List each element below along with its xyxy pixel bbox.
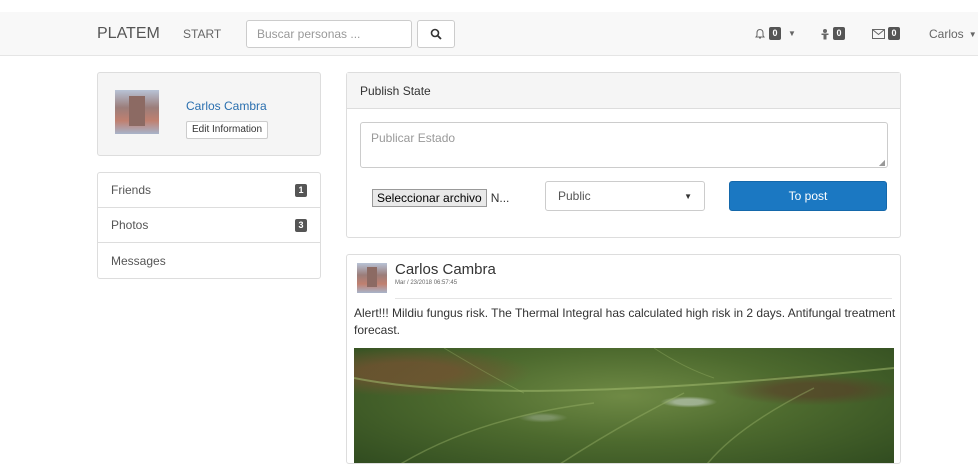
post-card: Carlos Cambra Mar / 23/2018 06:57:45 Ale… (346, 254, 901, 464)
sidebar-item-messages[interactable]: Messages (98, 243, 320, 278)
photos-count-badge: 3 (295, 218, 307, 232)
post-text: Alert!!! Mildiu fungus risk. The Thermal… (354, 306, 896, 337)
search-button[interactable] (417, 20, 455, 48)
sidebar-item-label: Messages (111, 253, 166, 268)
messages-badge: 0 (888, 27, 900, 40)
search-input[interactable] (246, 20, 412, 48)
resize-handle-icon[interactable]: ◢ (879, 158, 885, 167)
status-textarea[interactable] (360, 122, 888, 168)
post-photo[interactable] (354, 348, 894, 463)
post-timestamp: Mar / 23/2018 06:57:45 (395, 280, 458, 286)
messages-menu[interactable]: 0 (872, 27, 900, 40)
publish-panel-title: Publish State (347, 73, 900, 109)
user-menu-chevron-icon: ▼ (968, 29, 977, 39)
user-menu[interactable]: Carlos ▼ (929, 27, 977, 41)
top-navbar: PLATEM START 0 ▼ 0 0 Carlos ▼ (0, 12, 978, 56)
privacy-select[interactable]: Public ▼ (545, 181, 705, 211)
sidebar-item-photos[interactable]: Photos 3 (98, 208, 320, 243)
chevron-down-icon: ▼ (788, 29, 796, 38)
friend-requests-menu[interactable]: 0 (820, 27, 845, 40)
post-author-name[interactable]: Carlos Cambra (395, 261, 496, 278)
profile-name-link[interactable]: Carlos Cambra (186, 99, 267, 113)
edit-information-button[interactable]: Edit Information (186, 121, 269, 139)
search-icon (430, 28, 442, 40)
nav-start-link[interactable]: START (183, 27, 221, 41)
envelope-icon (872, 28, 885, 39)
leaf-veins-illustration (354, 348, 894, 463)
sidebar-menu: Friends 1 Photos 3 Messages (97, 172, 321, 279)
select-arrow-icon: ▼ (684, 191, 692, 201)
requests-badge: 0 (833, 27, 845, 40)
notifications-menu[interactable]: 0 ▼ (754, 27, 796, 40)
bell-icon (755, 28, 765, 38)
person-icon (821, 28, 829, 39)
sidebar-item-label: Photos (111, 218, 149, 232)
choose-file-button[interactable]: Seleccionar archivo (372, 189, 487, 207)
privacy-select-value: Public (558, 189, 591, 203)
post-button[interactable]: To post (729, 181, 887, 211)
friends-count-badge: 1 (295, 183, 307, 197)
publish-panel: Publish State ◢ Seleccionar archivo N...… (346, 72, 901, 238)
file-picker: Seleccionar archivo N... (372, 189, 509, 207)
notifications-badge: 0 (769, 27, 781, 40)
sidebar-item-label: Friends (111, 183, 152, 197)
sidebar-item-friends[interactable]: Friends 1 (98, 173, 320, 208)
user-menu-label: Carlos (929, 27, 964, 41)
post-author-avatar[interactable] (357, 263, 387, 293)
file-name-label: N... (490, 191, 510, 205)
divider (395, 298, 892, 299)
profile-card: Carlos Cambra Edit Information (97, 72, 321, 156)
brand-logo[interactable]: PLATEM (97, 25, 160, 43)
avatar[interactable] (115, 90, 159, 134)
